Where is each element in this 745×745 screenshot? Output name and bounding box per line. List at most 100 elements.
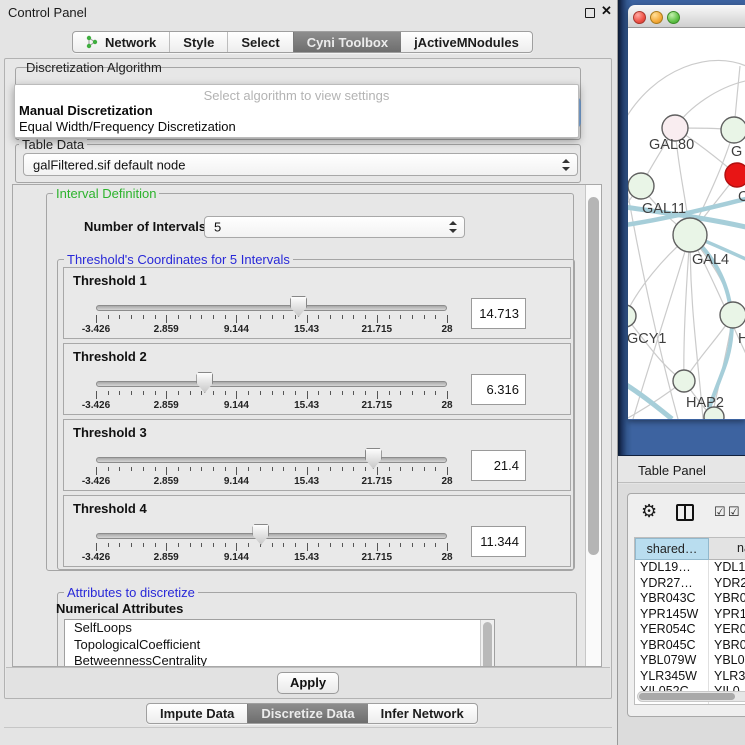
list-scrollbar-thumb[interactable] [483, 622, 492, 667]
number-of-intervals-combobox[interactable]: 5 [204, 216, 465, 238]
column-header-name[interactable]: na [709, 538, 745, 560]
checkbox-icon[interactable]: ☑ [714, 504, 726, 520]
tab-discretize-data[interactable]: Discretize Data [247, 704, 367, 723]
cell-shared-name: YDR27… [640, 576, 693, 590]
node-table: shared…na YDL19…YDL1YDR27…YDR2YBR043CYBR… [634, 537, 745, 705]
tick-label: 28 [425, 400, 469, 411]
tick-label: 28 [425, 552, 469, 563]
cell-name: YDR2 [714, 576, 745, 590]
settings-scroll-area: Interval Definition Number of Intervals … [12, 184, 602, 667]
table-row[interactable]: YBR045CYBR0 [635, 638, 745, 654]
threshold-value-field[interactable]: 6.316 [471, 374, 526, 405]
network-node-gal11[interactable] [628, 173, 654, 199]
table-row[interactable]: YDL19…YDL1 [635, 560, 745, 576]
table-h-scrollbar[interactable] [637, 691, 745, 702]
network-node-gal4[interactable] [673, 218, 707, 252]
float-window-icon[interactable] [585, 8, 595, 18]
tick-mark [295, 467, 296, 471]
column-header-shared[interactable]: shared… [635, 538, 709, 560]
tick-mark [435, 543, 436, 547]
table-row[interactable]: YPR145WYPR1 [635, 607, 745, 623]
tab-jactivemnodules[interactable]: jActiveMNodules [401, 32, 532, 52]
table-row[interactable]: YER054CYER0 [635, 622, 745, 638]
tick-mark [166, 391, 167, 399]
threshold-slider-thumb[interactable] [196, 372, 213, 393]
checkbox-icon[interactable]: ☑ [728, 504, 740, 520]
algorithm-option-manual-discretization[interactable]: Manual Discretization [19, 103, 153, 118]
tick-mark [236, 467, 237, 475]
network-node-h[interactable] [720, 302, 745, 328]
network-node-gcy1[interactable] [628, 305, 636, 327]
tab-network[interactable]: Network [73, 32, 169, 52]
table-toolbar: ⚙ ☑ ☑ [628, 494, 745, 534]
tab-label: Style [183, 35, 214, 50]
apply-button[interactable]: Apply [277, 672, 339, 694]
tick-mark [272, 391, 273, 395]
table-row[interactable]: YBR043CYBR0 [635, 591, 745, 607]
threshold-slider-thumb[interactable] [290, 296, 307, 317]
control-panel-title: Control Panel [8, 5, 87, 20]
cell-shared-name: YER054C [640, 622, 696, 636]
threshold-box-2: Threshold 2-3.4262.8599.14415.4321.71528… [63, 343, 571, 415]
numerical-attributes-list[interactable]: SelfLoopsTopologicalCoefficientBetweenne… [64, 619, 495, 667]
network-edge [628, 316, 684, 381]
close-traffic-light-icon[interactable] [633, 11, 646, 24]
threshold-slider-track[interactable] [96, 381, 447, 387]
network-node-hap2[interactable] [673, 370, 695, 392]
network-node-c[interactable] [725, 163, 745, 187]
threshold-value-field[interactable]: 11.344 [471, 526, 526, 557]
tab-label: Impute Data [160, 706, 234, 721]
split-pane-icon[interactable] [676, 504, 694, 521]
threshold-slider-thumb[interactable] [365, 448, 382, 469]
table-row[interactable]: YBL079WYBL0 [635, 653, 745, 669]
zoom-traffic-light-icon[interactable] [667, 11, 680, 24]
bottom-tab-bar: Impute Data Discretize Data Infer Network [146, 703, 478, 724]
attribute-list-item[interactable]: BetweennessCentrality [65, 653, 494, 667]
tick-mark [131, 543, 132, 547]
tick-mark [435, 391, 436, 395]
network-node-g[interactable] [721, 117, 745, 143]
gear-icon[interactable]: ⚙ [641, 501, 657, 522]
tick-mark [96, 315, 97, 323]
threshold-slider-track[interactable] [96, 305, 447, 311]
algorithm-option-equal-width-frequency-discretization[interactable]: Equal Width/Frequency Discretization [19, 119, 236, 134]
attribute-list-item[interactable]: SelfLoops [65, 620, 494, 637]
threshold-slider-track[interactable] [96, 533, 447, 539]
tab-label: Infer Network [381, 706, 464, 721]
cell-shared-name: YBR043C [640, 591, 696, 605]
thresholds-group: Threshold 1-3.4262.8599.14415.4321.71528… [57, 259, 575, 570]
tick-mark [213, 315, 214, 319]
table-row[interactable]: YDR27… YDR2 [635, 576, 745, 592]
threshold-slider-track[interactable] [96, 457, 447, 463]
tick-mark [412, 315, 413, 319]
tick-mark [213, 467, 214, 471]
table-h-scrollbar-thumb[interactable] [639, 693, 735, 700]
tab-infer-network[interactable]: Infer Network [368, 704, 477, 723]
threshold-value-field[interactable]: 14.713 [471, 298, 526, 329]
table-row[interactable]: YLR345WYLR3 [635, 669, 745, 685]
minimize-traffic-light-icon[interactable] [650, 11, 663, 24]
tab-style[interactable]: Style [169, 32, 227, 52]
threshold-value-field[interactable]: 21.4 [471, 450, 526, 481]
algorithm-popup: Select algorithm to view settings Manual… [14, 84, 579, 138]
tick-mark [318, 543, 319, 547]
control-panel: Control Panel ✕ Network Style SelectCyni T… [0, 0, 618, 745]
network-node-label: GCY1 [628, 331, 667, 347]
tick-label: 15.43 [285, 400, 329, 411]
settings-scrollbar[interactable] [585, 185, 601, 666]
tab-impute-data[interactable]: Impute Data [147, 704, 247, 723]
tab-select[interactable]: Select [227, 32, 292, 52]
threshold-slider-thumb[interactable] [252, 524, 269, 545]
tick-mark [283, 467, 284, 471]
attribute-list-item[interactable]: TopologicalCoefficient [65, 637, 494, 654]
tick-mark [400, 391, 401, 395]
settings-scrollbar-thumb[interactable] [588, 197, 599, 555]
network-node-label: C [738, 189, 745, 205]
list-scrollbar[interactable] [480, 620, 494, 667]
tab-cyni-toolbox[interactable]: Cyni Toolbox [293, 32, 401, 52]
table-data-combobox[interactable]: galFiltered.sif default node [23, 153, 578, 176]
tick-mark [155, 391, 156, 395]
network-canvas[interactable]: GAL80GCGAL11GAL4GCY1HHAP2 [628, 28, 745, 419]
close-icon[interactable]: ✕ [601, 3, 612, 19]
tick-label: -3.426 [74, 400, 118, 411]
